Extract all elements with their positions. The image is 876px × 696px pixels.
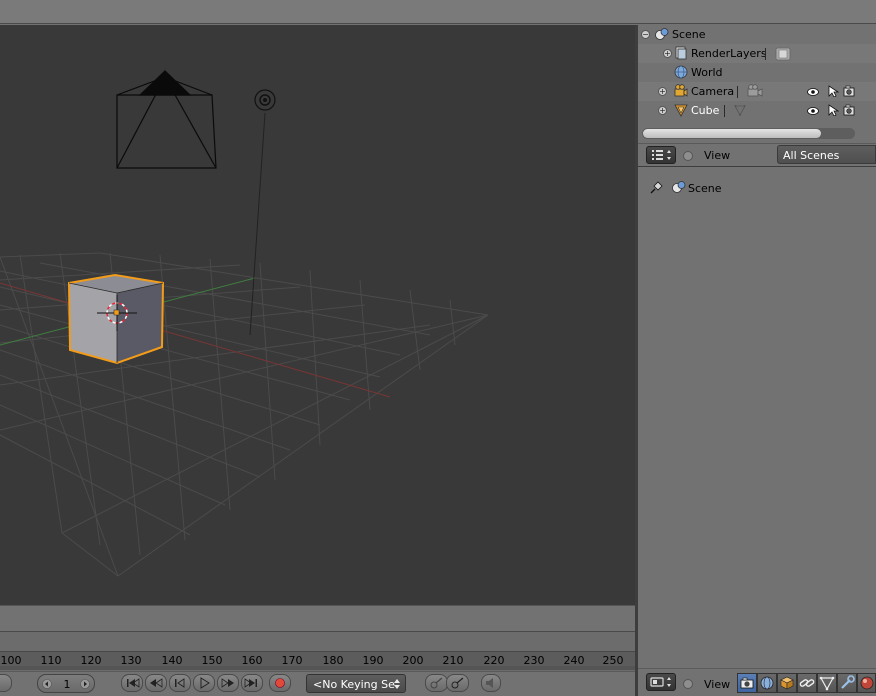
tab-scene[interactable] bbox=[777, 673, 797, 693]
play-reverse-button[interactable] bbox=[169, 674, 191, 692]
material-icon bbox=[860, 676, 874, 690]
eye-icon[interactable] bbox=[807, 105, 819, 117]
pin-icon[interactable] bbox=[648, 180, 664, 196]
modifiers-icon bbox=[841, 675, 855, 689]
camera-object[interactable] bbox=[116, 70, 217, 169]
play-reverse-icon bbox=[175, 678, 185, 688]
scrollbar-thumb[interactable] bbox=[643, 129, 821, 138]
data-icon bbox=[819, 676, 835, 691]
auto-keying-button[interactable] bbox=[269, 674, 291, 692]
render-camera-icon[interactable] bbox=[843, 85, 855, 97]
tab-modifiers[interactable] bbox=[837, 673, 857, 693]
select-cursor-icon[interactable] bbox=[827, 104, 839, 116]
tab-material[interactable] bbox=[857, 673, 876, 693]
outliner-label: Cube bbox=[691, 104, 720, 117]
outliner-label: RenderLayers bbox=[691, 47, 767, 60]
blender-window: − Scene + RenderLayers World + Camera + … bbox=[0, 0, 876, 696]
properties-editor[interactable]: Scene bbox=[638, 168, 876, 668]
render-icon bbox=[740, 677, 754, 689]
mesh-data-icon[interactable] bbox=[734, 104, 746, 116]
delete-keyframe-button[interactable] bbox=[446, 674, 469, 692]
render-camera-icon[interactable] bbox=[843, 104, 855, 116]
speaker-icon bbox=[486, 678, 493, 688]
tab-render[interactable] bbox=[737, 673, 757, 693]
jump-end-icon bbox=[244, 678, 257, 688]
outliner-label: Scene bbox=[672, 28, 706, 41]
jump-start-button[interactable] bbox=[121, 674, 143, 692]
expand-icon[interactable]: + bbox=[663, 49, 672, 58]
3d-viewport[interactable] bbox=[0, 25, 635, 605]
info-header bbox=[0, 0, 876, 24]
keying-set-dropdown[interactable]: <No Keying Se bbox=[306, 674, 406, 693]
outliner-label: World bbox=[691, 66, 723, 79]
scene-icon bbox=[780, 676, 794, 690]
key-remove-icon bbox=[451, 677, 463, 689]
outliner-row-world[interactable]: World bbox=[638, 63, 876, 82]
collapse-icon[interactable]: − bbox=[641, 30, 650, 39]
tab-constraints[interactable] bbox=[797, 673, 817, 693]
viewport-scene bbox=[0, 70, 489, 577]
camera-data-icon[interactable] bbox=[746, 84, 764, 98]
record-icon bbox=[275, 678, 285, 688]
editor-type-button[interactable] bbox=[646, 673, 676, 691]
tab-data[interactable] bbox=[817, 673, 837, 693]
key-icon bbox=[430, 677, 442, 689]
separator bbox=[724, 105, 725, 117]
insert-keyframe-button[interactable] bbox=[425, 674, 448, 692]
play-icon bbox=[200, 677, 210, 689]
prev-keyframe-button[interactable] bbox=[145, 674, 167, 692]
render-layer-toggle-icon[interactable] bbox=[775, 47, 791, 61]
increment-arrow-icon[interactable] bbox=[80, 679, 90, 689]
keying-set-label: <No Keying Se bbox=[313, 678, 395, 691]
viewport-header bbox=[0, 605, 635, 631]
properties-header: View bbox=[638, 668, 876, 696]
separator bbox=[765, 48, 766, 60]
expand-icon[interactable]: + bbox=[658, 106, 667, 115]
view-menu[interactable]: View bbox=[704, 149, 730, 162]
timeline-scrollbar[interactable] bbox=[0, 666, 635, 670]
properties-editor-icon bbox=[650, 677, 671, 687]
play-button[interactable] bbox=[193, 674, 215, 692]
outliner-row-renderlayers[interactable]: + RenderLayers bbox=[638, 44, 876, 63]
world-icon bbox=[674, 65, 688, 79]
x-axis-line bbox=[0, 282, 391, 398]
jump-end-button[interactable] bbox=[241, 674, 263, 692]
editor-type-button[interactable] bbox=[646, 146, 676, 164]
renderlayers-icon bbox=[675, 46, 687, 60]
jump-start-icon bbox=[127, 678, 140, 688]
expand-icon[interactable]: + bbox=[658, 87, 667, 96]
outliner-row-cube[interactable]: + Cube bbox=[638, 101, 876, 120]
dropdown-arrows-icon bbox=[394, 679, 400, 689]
outliner-row-scene[interactable]: − Scene bbox=[638, 25, 876, 44]
eye-icon[interactable] bbox=[807, 86, 819, 98]
outliner[interactable]: − Scene + RenderLayers World + Camera + … bbox=[638, 25, 876, 143]
outliner-editor-icon bbox=[652, 150, 671, 160]
outliner-row-camera[interactable]: + Camera bbox=[638, 82, 876, 101]
view-menu[interactable]: View bbox=[704, 678, 730, 691]
prev-keyframe-icon bbox=[150, 678, 163, 688]
scene-icon bbox=[655, 28, 669, 40]
next-keyframe-icon bbox=[221, 678, 234, 688]
current-frame-field[interactable]: 1 bbox=[37, 674, 95, 693]
timeline-editor-type-button[interactable] bbox=[0, 674, 12, 692]
collapse-header-icon[interactable] bbox=[683, 679, 693, 689]
next-keyframe-button[interactable] bbox=[217, 674, 239, 692]
display-mode-dropdown[interactable]: All Scenes bbox=[777, 145, 876, 164]
render-layers-icon bbox=[760, 676, 774, 690]
lamp-center bbox=[263, 98, 267, 102]
outliner-label: Camera bbox=[691, 85, 735, 98]
select-cursor-icon[interactable] bbox=[827, 85, 839, 97]
audio-scrubbing-button[interactable] bbox=[481, 674, 501, 692]
tab-render-layers[interactable] bbox=[757, 673, 777, 693]
collapse-header-icon[interactable] bbox=[683, 151, 693, 161]
cube-object[interactable] bbox=[67, 273, 165, 365]
timeline-ruler[interactable]: 100 110 120 130 140 150 160 170 180 190 … bbox=[0, 651, 635, 667]
outliner-scrollbar[interactable] bbox=[642, 128, 855, 139]
mesh-icon bbox=[674, 104, 688, 117]
context-path-label: Scene bbox=[688, 182, 722, 195]
scene-icon bbox=[672, 181, 686, 193]
constraints-icon bbox=[799, 679, 815, 687]
camera-icon bbox=[674, 84, 688, 97]
separator bbox=[737, 86, 738, 98]
